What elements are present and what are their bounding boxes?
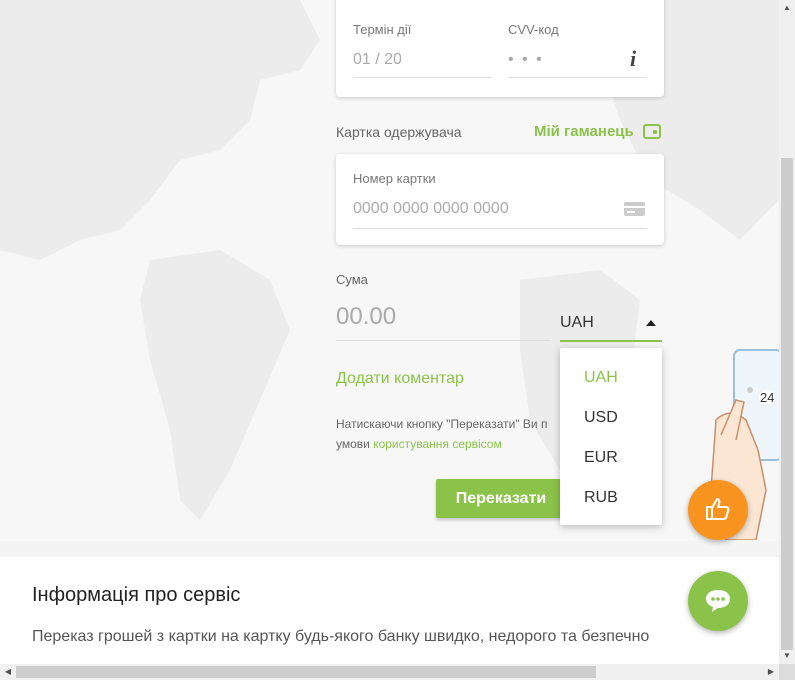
recipient-card-label: Картка одержувача xyxy=(336,124,462,140)
currency-select[interactable]: UAH xyxy=(560,311,662,342)
terms-line-1: Натискаючи кнопку "Переказати" Ви п xyxy=(336,417,548,431)
amount-label: Сума xyxy=(336,272,368,287)
card-details-panel: Термін дії 01 / 20 CVV-код • • • i xyxy=(336,0,664,97)
transfer-button[interactable]: Переказати xyxy=(436,479,566,518)
cvv-input[interactable]: • • • xyxy=(508,51,647,78)
add-comment-link[interactable]: Додати коментар xyxy=(336,370,464,388)
card-number-label: Номер картки xyxy=(353,171,436,186)
scroll-up-arrow-icon[interactable]: ▲ xyxy=(779,3,795,12)
caret-up-icon xyxy=(646,320,656,326)
currency-option-eur[interactable]: EUR xyxy=(560,438,662,478)
vertical-scrollbar[interactable]: ▲ ▼ xyxy=(779,0,795,664)
scroll-right-arrow-icon[interactable]: ▶ xyxy=(763,667,779,676)
terms-link[interactable]: користування сервісом xyxy=(373,437,502,451)
service-info-text: Переказ грошей з картки на картку будь-я… xyxy=(32,628,650,645)
thumbs-up-icon xyxy=(705,496,731,527)
horizontal-scrollbar[interactable]: ◀ ▶ xyxy=(0,664,779,680)
expiry-label: Термін дії xyxy=(353,22,412,37)
currency-dropdown: UAH USD EUR RUB xyxy=(560,348,662,525)
chat-button[interactable] xyxy=(688,571,748,631)
scroll-down-arrow-icon[interactable]: ▼ xyxy=(779,651,795,660)
currency-option-rub[interactable]: RUB xyxy=(560,478,662,518)
currency-option-usd[interactable]: USD xyxy=(560,398,662,438)
scroll-left-arrow-icon[interactable]: ◀ xyxy=(0,667,16,676)
currency-selected-value: UAH xyxy=(560,314,594,331)
card-number-panel: Номер картки 0000 0000 0000 0000 xyxy=(336,154,664,245)
credit-card-icon xyxy=(624,202,645,216)
cvv-info-icon[interactable]: i xyxy=(630,46,636,72)
my-wallet-link[interactable]: Мій гаманець xyxy=(534,123,634,140)
terms-line-2: умови користування сервісом xyxy=(336,434,566,454)
wallet-icon[interactable] xyxy=(643,124,661,139)
service-info-title: Інформація про сервіс xyxy=(32,584,241,606)
terms-text: Натискаючи кнопку "Переказати" Ви п умов… xyxy=(336,414,566,454)
currency-option-uah[interactable]: UAH xyxy=(560,358,662,398)
cvv-label: CVV-код xyxy=(508,22,559,37)
horizontal-scroll-thumb[interactable] xyxy=(16,666,596,678)
feedback-button[interactable] xyxy=(688,480,748,540)
amount-input[interactable]: 00.00 xyxy=(336,303,550,341)
service-info-section: Інформація про сервіс Переказ грошей з к… xyxy=(0,557,779,664)
terms-prefix: умови xyxy=(336,437,374,451)
scrollbar-corner xyxy=(779,664,795,680)
support-24-badge: 24 xyxy=(759,390,776,405)
chat-bubble-icon xyxy=(704,588,732,619)
expiry-input[interactable]: 01 / 20 xyxy=(353,51,492,78)
card-number-input[interactable]: 0000 0000 0000 0000 xyxy=(353,200,647,229)
page-viewport: Термін дії 01 / 20 CVV-код • • • i Картк… xyxy=(0,0,779,664)
vertical-scroll-thumb[interactable] xyxy=(781,158,793,650)
